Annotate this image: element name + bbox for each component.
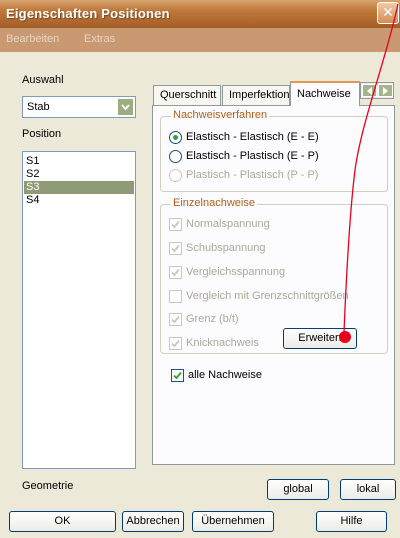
auswahl-value: Stab (27, 101, 50, 113)
checkbox-label: Normalspannung (186, 218, 270, 230)
arrow-left-icon (367, 87, 372, 95)
window-title: Eigenschaften Positionen (6, 6, 170, 21)
nachweisverfahren-group: Nachweisverfahren Elastisch - Elastisch … (160, 109, 388, 192)
title-bar[interactable]: Eigenschaften Positionen ✕ (0, 0, 400, 28)
position-list[interactable]: S1 S2 S3 S4 (22, 151, 136, 469)
radio-label: Plastisch - Plastisch (P - P) (186, 169, 319, 181)
annotation-dot (339, 331, 351, 343)
checkbox-icon (169, 218, 182, 231)
list-item-s4[interactable]: S4 (26, 194, 39, 207)
radio-label: Elastisch - Elastisch (E - E) (186, 131, 319, 143)
list-item-s2[interactable]: S2 (26, 168, 39, 181)
tab-scroll-buttons (360, 82, 394, 99)
properties-window: Eigenschaften Positionen ✕ Bearbeiten Ex… (0, 0, 400, 538)
global-button[interactable]: global (267, 479, 329, 500)
checkbox-icon[interactable] (171, 369, 184, 382)
chevron-down-icon (121, 104, 130, 111)
checkbox-label: Vergleich mit Grenzschnittgrößen (186, 290, 349, 302)
radio-label: Elastisch - Plastisch (E - P) (186, 150, 319, 162)
checkbox-label: Knicknachweis (186, 337, 259, 349)
checkbox-label: Grenz (b/t) (186, 313, 239, 325)
checkbox-label: alle Nachweise (188, 369, 262, 381)
checkbox-icon (169, 337, 182, 350)
abbrechen-button[interactable]: Abbrechen (122, 511, 184, 532)
tab-scroll-left-button[interactable] (362, 84, 377, 97)
position-label: Position (22, 128, 62, 140)
lokal-button[interactable]: lokal (340, 479, 396, 500)
menu-extras[interactable]: Extras (84, 33, 115, 45)
ok-button[interactable]: OK (9, 511, 116, 532)
menu-bar: Bearbeiten Extras (0, 28, 400, 52)
tab-nachweise[interactable]: Nachweise (290, 81, 360, 106)
radio-button-icon (169, 169, 182, 182)
menu-bearbeiten[interactable]: Bearbeiten (6, 33, 59, 45)
nachweisverfahren-title: Nachweisverfahren (171, 109, 270, 121)
arrow-right-icon (383, 87, 388, 95)
einzelnachweise-title: Einzelnachweise (171, 197, 257, 209)
close-button[interactable]: ✕ (377, 2, 399, 24)
geometrie-label: Geometrie (22, 480, 74, 492)
hilfe-button[interactable]: Hilfe (316, 511, 387, 532)
checkbox-label: Vergleichsspannung (186, 266, 286, 278)
radio-button-icon[interactable] (169, 131, 182, 144)
tab-imperfektion[interactable]: Imperfektion (222, 85, 290, 105)
checkbox-label: Schubspannung (186, 242, 266, 254)
checkbox-icon (169, 242, 182, 255)
list-item-s3[interactable]: S3 (24, 181, 134, 194)
tab-scroll-right-button[interactable] (378, 84, 393, 97)
radio-button-icon[interactable] (169, 150, 182, 163)
checkbox-icon (169, 290, 182, 303)
checkbox-icon (169, 313, 182, 326)
dropdown-arrow-button[interactable] (117, 98, 134, 116)
checkbox-icon (169, 266, 182, 279)
auswahl-label: Auswahl (22, 74, 64, 86)
list-item-s1[interactable]: S1 (26, 155, 39, 168)
tab-querschnitt[interactable]: Querschnitt (153, 85, 221, 105)
auswahl-dropdown[interactable]: Stab (22, 96, 136, 118)
uebernehmen-button[interactable]: Übernehmen (192, 511, 274, 532)
nachweise-panel: Nachweisverfahren Elastisch - Elastisch … (152, 105, 395, 465)
